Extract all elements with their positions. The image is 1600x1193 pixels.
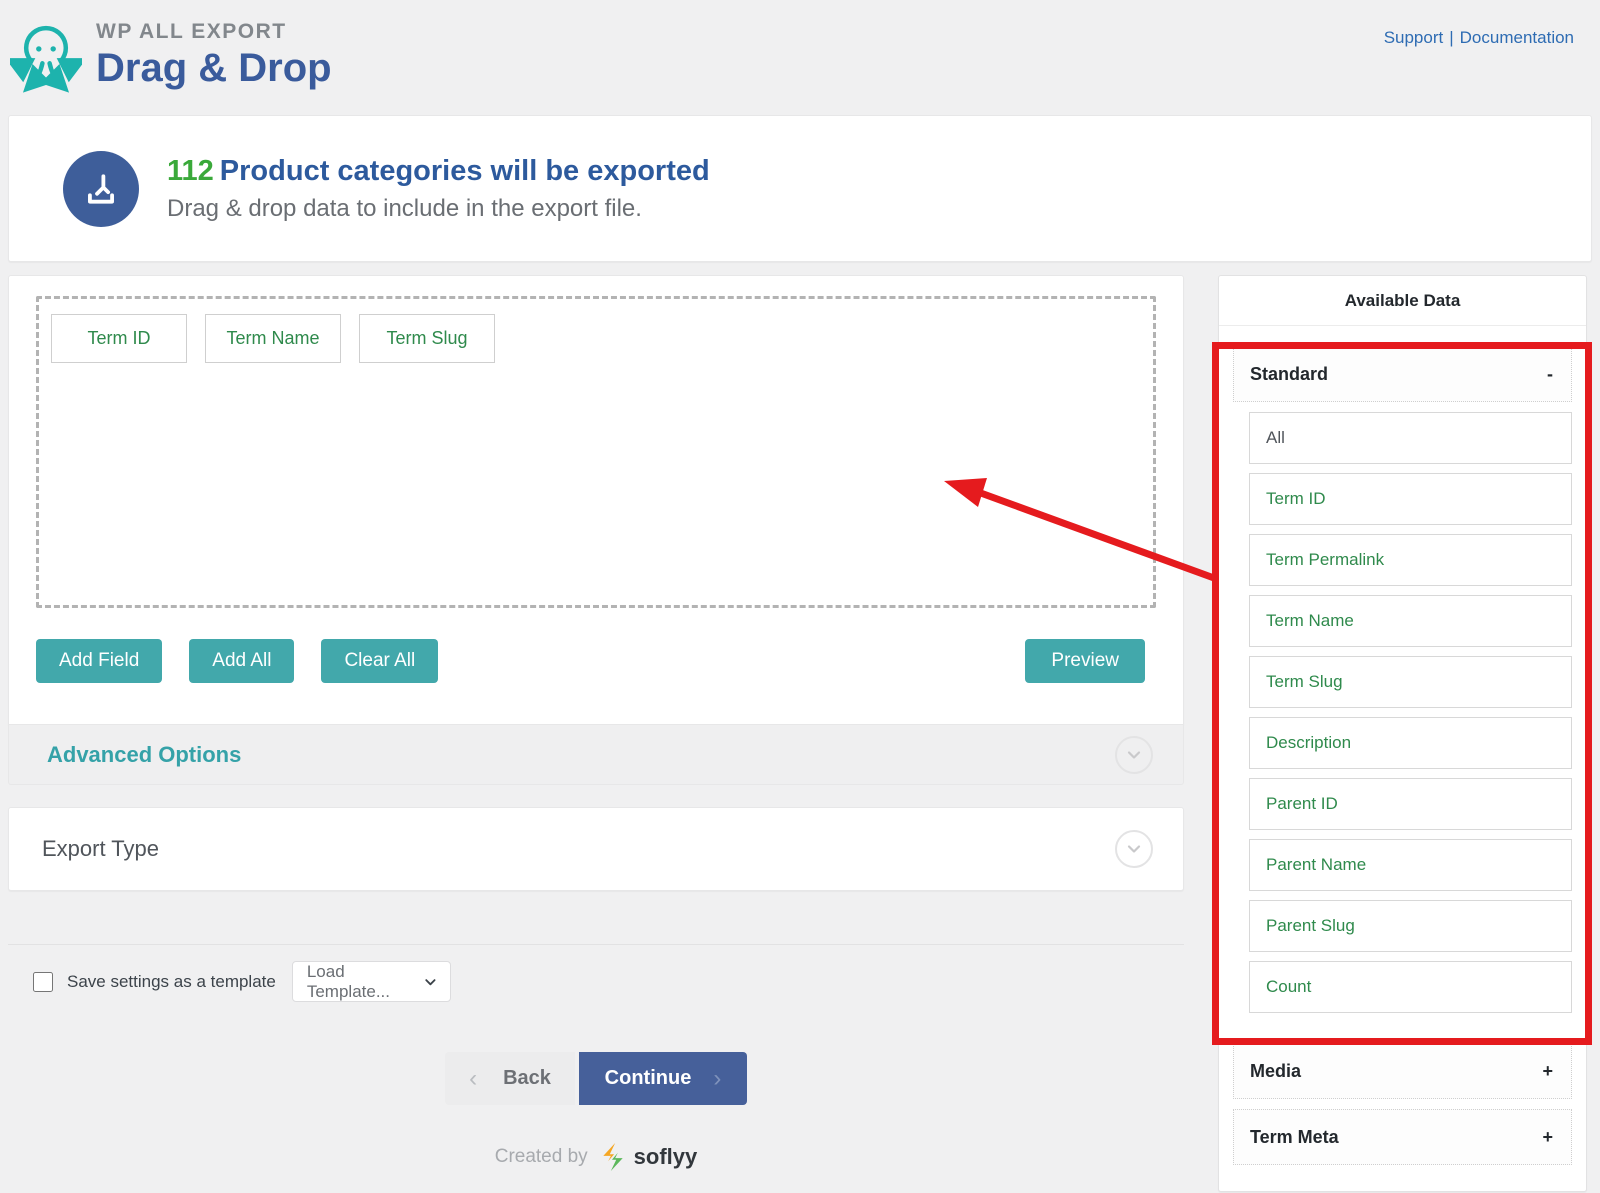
chevron-left-icon: ‹ bbox=[469, 1065, 477, 1093]
available-data-item[interactable]: Term Permalink bbox=[1249, 534, 1572, 586]
soflyy-brand: soflyy bbox=[634, 1144, 698, 1170]
group-standard[interactable]: Standard - bbox=[1233, 346, 1572, 402]
available-data-panel: Available Data Standard - All Term ID Term… bbox=[1218, 275, 1587, 1192]
chevron-right-icon: › bbox=[713, 1065, 721, 1093]
chevron-down-icon[interactable] bbox=[1115, 830, 1153, 868]
standard-items-list: All Term ID Term Permalink Term Name Term Sl… bbox=[1249, 412, 1572, 1013]
back-label: Back bbox=[503, 1067, 551, 1090]
save-template-checkbox[interactable] bbox=[33, 972, 53, 992]
export-summary-banner: 112Product categories will be exported D… bbox=[8, 115, 1592, 262]
save-template-label: Save settings as a template bbox=[67, 972, 276, 992]
expand-plus-icon[interactable]: + bbox=[1542, 1127, 1553, 1148]
support-link[interactable]: Support bbox=[1384, 28, 1444, 47]
brand-name: WP ALL EXPORT bbox=[96, 20, 332, 44]
chevron-down-icon[interactable] bbox=[1115, 736, 1153, 774]
collapse-minus-icon[interactable]: - bbox=[1547, 364, 1553, 385]
expand-plus-icon[interactable]: + bbox=[1542, 1061, 1553, 1082]
created-by-label: Created by bbox=[495, 1146, 588, 1168]
preview-button[interactable]: Preview bbox=[1025, 639, 1145, 683]
available-data-item[interactable]: Parent Slug bbox=[1249, 900, 1572, 952]
group-media-label: Media bbox=[1250, 1061, 1301, 1082]
dropzone[interactable]: Term ID Term Name Term Slug bbox=[36, 296, 1156, 608]
available-data-item[interactable]: Term ID bbox=[1249, 473, 1572, 525]
footer: Created by soflyy bbox=[8, 1143, 1184, 1171]
soflyy-logo-icon bbox=[600, 1143, 626, 1171]
load-template-value: Load Template... bbox=[307, 962, 423, 1002]
field-chip[interactable]: Term Name bbox=[205, 314, 341, 363]
chevron-down-icon bbox=[423, 974, 438, 990]
available-data-item[interactable]: Term Name bbox=[1249, 595, 1572, 647]
available-data-item[interactable]: Parent ID bbox=[1249, 778, 1572, 830]
advanced-options-title: Advanced Options bbox=[47, 742, 241, 768]
available-data-title: Available Data bbox=[1219, 276, 1586, 326]
header-links: Support | Documentation bbox=[1384, 28, 1574, 48]
group-media[interactable]: Media + bbox=[1233, 1043, 1572, 1099]
download-icon bbox=[63, 151, 139, 227]
documentation-link[interactable]: Documentation bbox=[1460, 28, 1574, 47]
available-data-item[interactable]: Count bbox=[1249, 961, 1572, 1013]
advanced-options-section[interactable]: Advanced Options bbox=[8, 725, 1184, 785]
export-type-title: Export Type bbox=[42, 836, 159, 862]
group-term-meta-label: Term Meta bbox=[1250, 1127, 1339, 1148]
field-chip[interactable]: Term Slug bbox=[359, 314, 495, 363]
export-type-section[interactable]: Export Type bbox=[8, 807, 1184, 891]
load-template-select[interactable]: Load Template... bbox=[292, 961, 451, 1002]
export-count-label: Product categories will be exported bbox=[220, 155, 710, 187]
page-title: Drag & Drop bbox=[96, 46, 332, 91]
field-chip[interactable]: Term ID bbox=[51, 314, 187, 363]
add-all-button[interactable]: Add All bbox=[189, 639, 294, 683]
clear-all-button[interactable]: Clear All bbox=[321, 639, 438, 683]
wp-all-export-octopus-logo-icon bbox=[10, 16, 82, 98]
wizard-nav: ‹ Back Continue › bbox=[8, 1052, 1184, 1105]
available-data-item[interactable]: Term Slug bbox=[1249, 656, 1572, 708]
group-term-meta[interactable]: Term Meta + bbox=[1233, 1109, 1572, 1165]
available-data-item[interactable]: Description bbox=[1249, 717, 1572, 769]
field-builder-card: Term ID Term Name Term Slug Add Field Add … bbox=[8, 275, 1184, 725]
app-header: WP ALL EXPORT Drag & Drop Support | Docume… bbox=[0, 0, 1600, 110]
available-data-item[interactable]: Parent Name bbox=[1249, 839, 1572, 891]
export-subtitle: Drag & drop data to include in the expor… bbox=[167, 195, 710, 223]
continue-label: Continue bbox=[605, 1067, 692, 1090]
continue-button[interactable]: Continue › bbox=[579, 1052, 747, 1105]
export-count-title: 112Product categories will be exported bbox=[167, 155, 710, 188]
add-field-button[interactable]: Add Field bbox=[36, 639, 162, 683]
group-standard-label: Standard bbox=[1250, 364, 1328, 385]
back-button[interactable]: ‹ Back bbox=[445, 1052, 575, 1105]
template-bar: Save settings as a template Load Templat… bbox=[8, 944, 1184, 1002]
export-count: 112 bbox=[167, 155, 214, 187]
link-separator: | bbox=[1449, 28, 1453, 47]
available-data-item[interactable]: All bbox=[1249, 412, 1572, 464]
